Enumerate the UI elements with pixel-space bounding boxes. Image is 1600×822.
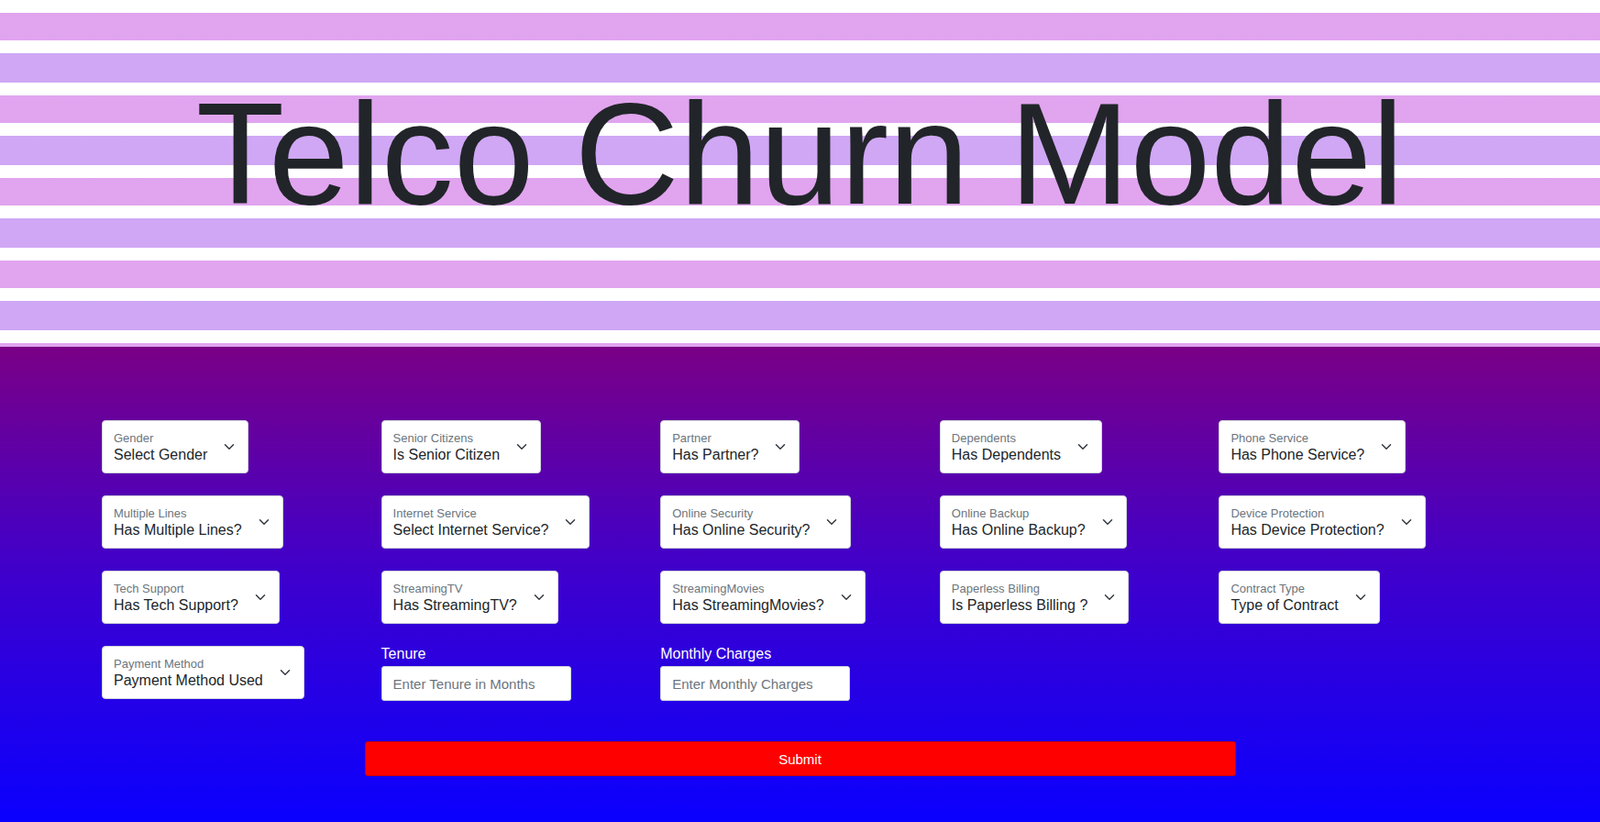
select-value: Has Online Backup?	[951, 521, 1086, 539]
select-label: Contract Type	[1230, 581, 1338, 596]
submit-row: Submit	[101, 740, 1499, 776]
select-field[interactable]: StreamingTV Has StreamingTV?	[381, 570, 559, 624]
input-label: Monthly Charges	[660, 645, 850, 663]
select-label: StreamingMovies	[672, 581, 824, 596]
select-field[interactable]: Internet Service Select Internet Service…	[381, 495, 591, 549]
chevron-down-icon	[774, 441, 786, 453]
input-field: Tenure	[381, 645, 572, 701]
chevron-down-icon	[516, 441, 528, 453]
chevron-down-icon	[1380, 441, 1392, 453]
chevron-down-icon	[223, 441, 235, 453]
select-label: Phone Service	[1230, 430, 1365, 445]
select-field[interactable]: Device Protection Has Device Protection?	[1218, 495, 1425, 549]
chevron-down-icon	[1102, 516, 1114, 528]
field-grid: Gender Select Gender Senior Citizens Is …	[101, 419, 1499, 701]
select-value: Is Paperless Billing ?	[951, 596, 1089, 614]
select-field[interactable]: Phone Service Has Phone Service?	[1218, 419, 1406, 474]
input-field: Monthly Charges	[660, 645, 850, 701]
text-input[interactable]	[660, 665, 850, 701]
select-label: Multiple Lines	[113, 506, 243, 520]
select-label: Online Security	[672, 506, 810, 520]
select-label: Tech Support	[113, 581, 239, 596]
chevron-down-icon	[1103, 591, 1115, 603]
select-label: Senior Citizens	[393, 430, 501, 445]
select-value: Has Online Security?	[672, 521, 810, 539]
chevron-down-icon	[840, 591, 852, 603]
input-label: Tenure	[381, 645, 572, 663]
select-field[interactable]: StreamingMovies Has StreamingMovies?	[660, 570, 865, 624]
select-field[interactable]: Paperless Billing Is Paperless Billing ?	[939, 570, 1130, 624]
select-label: Internet Service	[393, 506, 550, 520]
select-value: Has Partner?	[672, 446, 759, 464]
select-value: Has StreamingMovies?	[672, 596, 824, 614]
submit-button[interactable]: Submit	[364, 740, 1236, 776]
select-value: Type of Contract	[1230, 596, 1338, 614]
select-value: Is Senior Citizen	[393, 446, 501, 464]
select-field[interactable]: Gender Select Gender	[101, 419, 249, 474]
chevron-down-icon	[1401, 516, 1413, 528]
select-label: Partner	[672, 430, 759, 445]
select-label: Online Backup	[951, 506, 1086, 520]
select-value: Has Dependents	[951, 446, 1061, 464]
chevron-down-icon	[1355, 591, 1367, 603]
page-title: Telco Churn Model	[196, 80, 1404, 226]
banner: Telco Churn Model	[0, 0, 1600, 347]
select-field[interactable]: Multiple Lines Has Multiple Lines?	[101, 495, 284, 549]
chevron-down-icon	[533, 591, 545, 603]
select-field[interactable]: Payment Method Payment Method Used	[101, 645, 305, 699]
select-field[interactable]: Partner Has Partner?	[660, 419, 800, 474]
select-value: Payment Method Used	[113, 672, 264, 689]
text-input[interactable]	[381, 665, 572, 701]
select-label: Gender	[113, 430, 208, 445]
select-value: Has StreamingTV?	[393, 596, 518, 614]
select-field[interactable]: Tech Support Has Tech Support?	[101, 570, 280, 624]
select-label: Dependents	[951, 430, 1061, 445]
select-label: Payment Method	[113, 656, 264, 671]
select-label: Device Protection	[1230, 506, 1384, 520]
select-field[interactable]: Dependents Has Dependents	[939, 419, 1103, 474]
chevron-down-icon	[826, 516, 838, 528]
select-field[interactable]: Online Security Has Online Security?	[660, 495, 851, 549]
select-label: Paperless Billing	[951, 581, 1089, 596]
select-label: StreamingTV	[393, 581, 518, 596]
select-field[interactable]: Contract Type Type of Contract	[1218, 570, 1380, 624]
select-value: Has Device Protection?	[1230, 521, 1384, 539]
select-value: Has Tech Support?	[113, 596, 239, 614]
chevron-down-icon	[564, 516, 576, 528]
chevron-down-icon	[258, 516, 270, 528]
page: Telco Churn Model Gender Select Gender S…	[0, 0, 1600, 822]
chevron-down-icon	[1077, 441, 1089, 453]
select-field[interactable]: Online Backup Has Online Backup?	[939, 495, 1127, 549]
churn-form: Gender Select Gender Senior Citizens Is …	[0, 346, 1600, 822]
select-value: Has Phone Service?	[1230, 446, 1365, 464]
select-value: Select Gender	[113, 446, 208, 464]
select-value: Has Multiple Lines?	[113, 521, 243, 539]
chevron-down-icon	[279, 666, 291, 678]
select-value: Select Internet Service?	[393, 521, 550, 539]
chevron-down-icon	[254, 591, 266, 603]
select-field[interactable]: Senior Citizens Is Senior Citizen	[381, 419, 542, 474]
